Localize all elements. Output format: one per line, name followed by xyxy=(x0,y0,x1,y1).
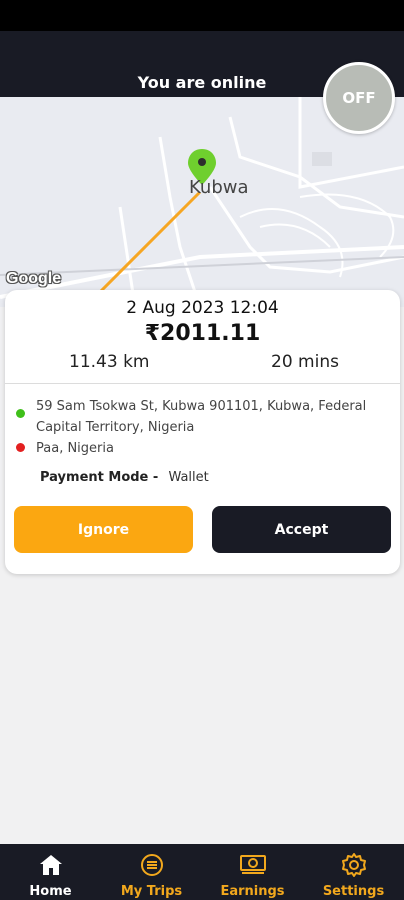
nav-item-earnings[interactable]: Earnings xyxy=(202,844,303,900)
trip-duration: 20 mins xyxy=(271,352,339,372)
home-icon xyxy=(39,855,62,875)
status-bar xyxy=(0,0,404,31)
map-city-label: Kubwa xyxy=(189,177,249,198)
google-logo: Google xyxy=(6,270,62,287)
nav-item-settings[interactable]: Settings xyxy=(303,844,404,900)
bottom-navigation: Home My Trips Earnings Settings xyxy=(0,844,404,900)
pickup-dot-icon xyxy=(16,409,25,418)
accept-button[interactable]: Accept xyxy=(212,506,391,553)
nav-item-home[interactable]: Home xyxy=(0,844,101,900)
pickup-address: 59 Sam Tsokwa St, Kubwa 901101, Kubwa, F… xyxy=(36,399,367,435)
drop-dot-icon xyxy=(16,443,25,452)
payment-mode-value: Wallet xyxy=(168,470,209,485)
divider xyxy=(5,383,400,384)
nav-item-my-trips[interactable]: My Trips xyxy=(101,844,202,900)
trips-icon xyxy=(140,854,163,876)
online-toggle-button[interactable]: OFF xyxy=(323,62,395,134)
trip-distance: 11.43 km xyxy=(69,352,150,372)
payment-mode-label: Payment Mode - xyxy=(40,470,159,485)
payment-mode: Payment Mode - Wallet xyxy=(40,470,209,485)
earnings-icon xyxy=(239,855,266,874)
nav-label-home: Home xyxy=(29,884,72,899)
ignore-button[interactable]: Ignore xyxy=(14,506,193,553)
nav-label-earnings: Earnings xyxy=(220,884,285,899)
trip-fare: ₹2011.11 xyxy=(144,321,261,346)
nav-label-my-trips: My Trips xyxy=(120,884,183,899)
drop-address: Paa, Nigeria xyxy=(36,441,114,456)
nav-label-settings: Settings xyxy=(322,884,385,899)
trip-datetime: 2 Aug 2023 12:04 xyxy=(126,298,279,318)
settings-icon xyxy=(341,853,366,877)
trip-request-card: 2 Aug 2023 12:04 ₹2011.11 11.43 km 20 mi… xyxy=(5,290,400,574)
